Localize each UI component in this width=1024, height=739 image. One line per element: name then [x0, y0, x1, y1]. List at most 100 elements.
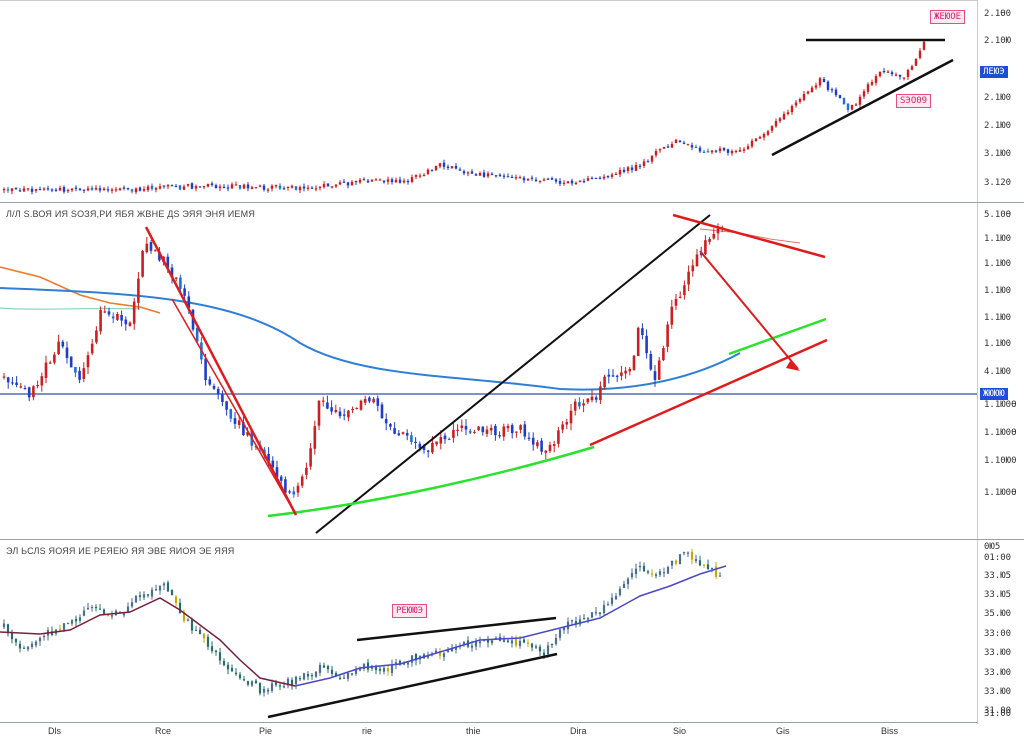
main-candle — [510, 425, 514, 434]
price-pane-main[interactable]: 5.10Ѳ 1.1Ю0 1.1Ю0 1.1Ю0 1.1Ю0 1.1Ю0 4.1Ю0 1.1Ю0… — [0, 203, 1024, 540]
price-pane-top[interactable]: 2.1Ѳ0 2.10Ю 2.1Ю0 2.1Ю0 3.1Ю0 3.120 ЖЕЮОЕ SЭО… — [0, 0, 1024, 203]
top-candle — [526, 178, 530, 181]
osc-candle — [694, 559, 698, 562]
top-candle — [238, 185, 242, 189]
top-candle — [62, 187, 66, 192]
top-candle — [818, 78, 822, 86]
osc-candle — [598, 612, 602, 614]
price-tick-label: 3.1Ю0 — [984, 149, 1012, 159]
main-candle — [27, 387, 31, 398]
main-candle — [515, 431, 518, 433]
osc-candle — [106, 614, 110, 617]
top-candle — [206, 183, 210, 187]
osc-candle — [602, 605, 606, 613]
main-candle — [397, 433, 401, 436]
osc-candle — [158, 585, 162, 591]
top-candle — [230, 184, 234, 189]
top-candle — [110, 189, 114, 191]
top-candle — [690, 145, 694, 148]
osc-candle — [166, 582, 170, 592]
main-candle — [632, 355, 636, 370]
top-candle — [914, 58, 918, 66]
top-candle — [178, 185, 182, 190]
osc-candle — [614, 596, 618, 600]
osc-candle — [666, 566, 670, 574]
top-candle — [774, 121, 778, 127]
main-candle — [107, 311, 111, 315]
top-candle — [462, 171, 466, 174]
price-tick-label: 1.1Ю0 — [984, 313, 1012, 323]
main-chart-canvas[interactable] — [0, 203, 977, 540]
main-candle — [65, 347, 69, 359]
top-candle — [42, 188, 46, 190]
time-tick-label: Dira — [570, 726, 587, 736]
osc-candle — [330, 669, 334, 674]
top-candle — [414, 175, 418, 177]
main-candle — [15, 382, 18, 386]
top-candle — [222, 186, 226, 188]
osc-candle — [122, 613, 126, 616]
osc-candle — [678, 554, 682, 565]
top-candle — [806, 91, 810, 94]
osc-candle — [686, 552, 690, 554]
red-channel-line — [589, 338, 828, 447]
top-candle — [470, 171, 474, 174]
time-tick-label: rie — [362, 726, 373, 736]
osc-candle — [230, 667, 234, 672]
top-chart-canvas[interactable] — [0, 0, 977, 203]
osc-candle — [98, 608, 102, 610]
main-candle — [401, 432, 405, 434]
oscillator-chart-canvas[interactable] — [0, 540, 977, 724]
top-candle — [398, 179, 402, 183]
price-tick-label: 33:00 — [984, 629, 1012, 639]
main-candle — [19, 386, 23, 388]
top-candle — [826, 81, 830, 90]
top-candle — [618, 170, 622, 175]
top-candle — [666, 146, 670, 148]
top-candle — [362, 179, 366, 181]
main-candle — [704, 240, 707, 255]
time-tick-label: Rce — [155, 726, 172, 736]
main-candle — [670, 306, 674, 325]
time-tick-label: Gis — [776, 726, 790, 736]
top-candle — [658, 149, 662, 151]
time-axis[interactable] — [0, 722, 977, 739]
top-candle — [450, 166, 454, 169]
osc-candle — [638, 565, 642, 568]
main-candle — [174, 277, 178, 279]
time-tick-label: thie — [466, 726, 481, 736]
top-candle — [894, 74, 898, 76]
top-candle — [402, 180, 406, 183]
osc-candle — [94, 606, 98, 609]
top-candle — [14, 187, 18, 190]
top-candle — [50, 189, 54, 191]
top-candle — [602, 176, 606, 179]
main-candle — [678, 296, 682, 298]
top-candle — [358, 179, 362, 183]
top-candle — [374, 179, 378, 181]
main-candle — [691, 265, 695, 272]
main-candle — [32, 386, 35, 398]
osc-candle — [242, 679, 246, 681]
osc-candle — [58, 629, 62, 631]
top-candle — [2, 188, 6, 191]
osc-candle — [86, 607, 90, 610]
top-candle — [406, 180, 410, 183]
top-candle — [234, 184, 238, 186]
top-candle — [874, 76, 878, 83]
top-candle — [166, 185, 170, 187]
oscillator-pane[interactable]: 0Ю5 01:00 33.Ю5 33.Ю5 35.Ю0 33:00 33.Ю0 33.Ю0 33… — [0, 540, 1024, 724]
osc-candle — [174, 596, 178, 603]
main-candle — [674, 298, 678, 306]
top-candle — [718, 148, 722, 152]
main-candle — [237, 420, 241, 425]
osc-candle — [2, 623, 6, 628]
top-candle — [214, 185, 218, 189]
top-candle — [738, 149, 742, 152]
osc-candle — [642, 565, 646, 571]
osc-candle — [306, 674, 310, 677]
osc-candle — [262, 688, 266, 693]
main-candle — [544, 450, 548, 453]
main-candle — [183, 288, 186, 296]
green-channel-line — [728, 317, 827, 356]
